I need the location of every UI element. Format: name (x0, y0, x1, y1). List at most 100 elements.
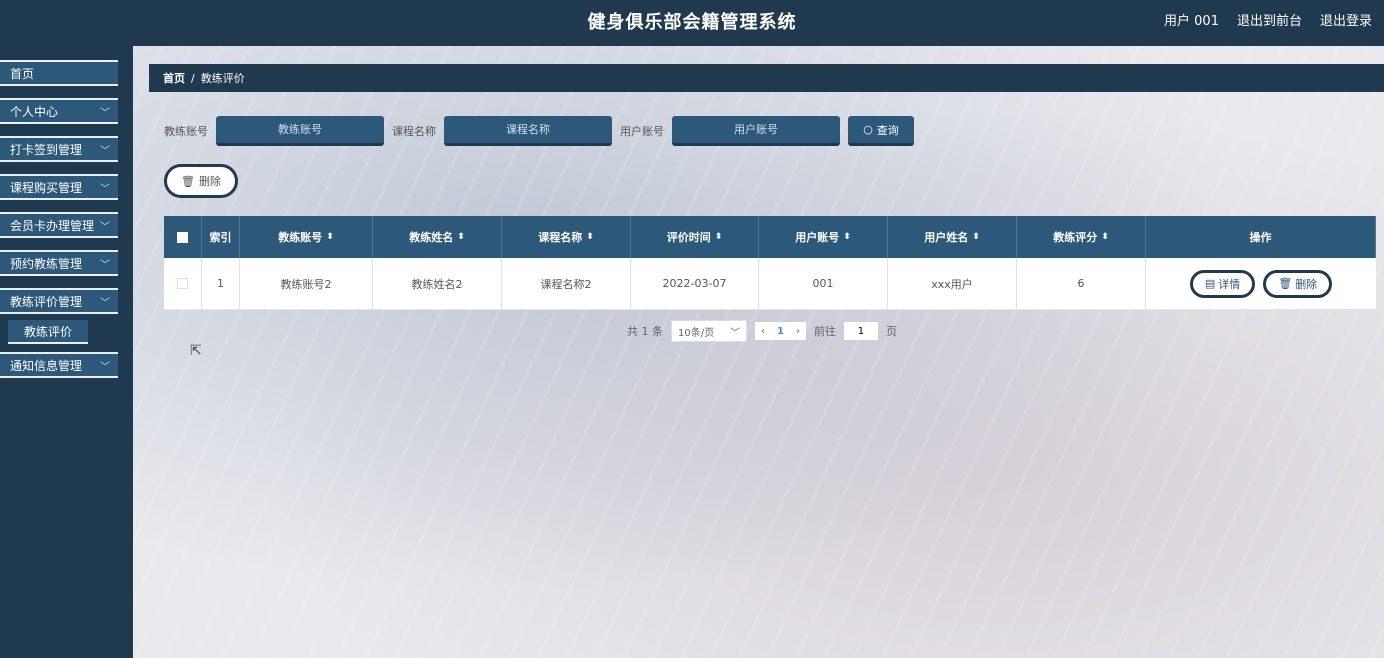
column-header-actions: 操作 (1146, 216, 1376, 258)
column-header-user-account[interactable]: 用户账号 ⬍ (759, 216, 888, 258)
select-all-checkbox[interactable] (177, 231, 188, 243)
batch-delete-label: 删除 (198, 175, 221, 188)
user-account-label: 用户账号 (620, 125, 664, 138)
row-select-cell (164, 258, 202, 309)
chevron-down-icon: ﹀ (100, 259, 110, 271)
breadcrumb-separator: / (191, 71, 195, 85)
column-header-coach-name[interactable]: 教练姓名 ⬍ (373, 216, 502, 258)
prev-page-button[interactable]: ‹ (761, 326, 765, 337)
detail-button-label: 详情 (1218, 277, 1241, 291)
trash-icon: 🗑 (181, 174, 195, 188)
search-bar: 教练账号 课程名称 用户账号 ○ 查询 (164, 116, 914, 146)
sidebar-item-label: 课程购买管理 (10, 180, 83, 195)
cell-user-name: xxx用户 (888, 258, 1017, 309)
sidebar-item-course-purchase[interactable]: 课程购买管理 ﹀ (0, 174, 118, 200)
sidebar-item-label: 首页 (10, 66, 35, 81)
cell-coach-account: 教练账号2 (240, 258, 373, 309)
review-table: 索引 教练账号 ⬍ 教练姓名 ⬍ 课程名称 ⬍ 评价时间 ⬍ 用户账号 ⬍ 用户… (164, 216, 1376, 310)
sidebar-item-label: 教练评价管理 (10, 294, 83, 309)
sort-icon: ⬍ (326, 232, 334, 242)
sidebar-item-coach-booking[interactable]: 预约教练管理 ﹀ (0, 250, 118, 276)
sidebar-item-membership-card[interactable]: 会员卡办理管理 ﹀ (0, 212, 118, 238)
column-header-course-name[interactable]: 课程名称 ⬍ (502, 216, 631, 258)
main-content: 首页 / 教练评价 教练账号 课程名称 用户账号 ○ 查询 🗑 删除 索引 教练… (133, 46, 1384, 658)
sort-icon: ⬍ (843, 232, 851, 242)
mouse-cursor-icon: ⇱ (190, 343, 202, 359)
trash-icon: 🗑 (1278, 277, 1293, 290)
column-header-label: 用户姓名 (924, 231, 969, 244)
query-button-label: 查询 (876, 123, 899, 137)
cell-review-time: 2022-03-07 (631, 258, 759, 309)
sort-icon: ⬍ (972, 232, 980, 242)
column-header-label: 评价时间 (666, 231, 711, 244)
detail-button[interactable]: ▤ 详情 (1189, 269, 1256, 298)
chevron-down-icon: ﹀ (100, 183, 110, 195)
cell-actions: ▤ 详情 🗑 删除 (1146, 258, 1376, 309)
logout-link[interactable]: 退出登录 (1320, 10, 1372, 29)
column-header-label: 教练姓名 (409, 231, 454, 244)
sidebar-item-notifications[interactable]: 通知信息管理 ﹀ (0, 352, 118, 378)
breadcrumb-home[interactable]: 首页 (163, 70, 185, 86)
table-row: 1 教练账号2 教练姓名2 课程名称2 2022-03-07 001 xxx用户… (164, 258, 1376, 310)
course-name-input[interactable] (444, 116, 612, 146)
chevron-down-icon: ﹀ (100, 221, 110, 233)
sidebar-item-coach-review[interactable]: 教练评价管理 ﹀ (0, 288, 118, 314)
column-header-label: 教练评分 (1053, 231, 1098, 244)
cell-index: 1 (202, 258, 240, 309)
row-checkbox[interactable] (177, 278, 188, 289)
sort-icon: ⬍ (457, 232, 465, 242)
sort-icon: ⬍ (586, 232, 594, 242)
header-actions: 用户 001 退出到前台 退出登录 (1164, 10, 1372, 29)
column-header-user-name[interactable]: 用户姓名 ⬍ (888, 216, 1017, 258)
current-user: 用户 001 (1164, 14, 1219, 29)
sidebar-item-checkin[interactable]: 打卡签到管理 ﹀ (0, 136, 118, 162)
cell-course-name: 课程名称2 (502, 258, 631, 309)
column-header-label: 操作 (1249, 231, 1272, 244)
chevron-down-icon: ﹀ (100, 361, 110, 373)
chevron-down-icon: ﹀ (100, 107, 110, 119)
sidebar-item-home[interactable]: 首页 (0, 60, 118, 86)
select-all-cell (164, 216, 202, 258)
sort-icon: ⬍ (1101, 232, 1109, 242)
sidebar-item-personal-center[interactable]: 个人中心 ﹀ (0, 98, 118, 124)
sidebar-item-label: 个人中心 (10, 104, 59, 119)
sidebar: 首页 个人中心 ﹀ 打卡签到管理 ﹀ 课程购买管理 ﹀ 会员卡办理管理 ﹀ 预约… (0, 46, 133, 658)
column-header-coach-account[interactable]: 教练账号 ⬍ (240, 216, 373, 258)
sidebar-item-label: 会员卡办理管理 (10, 218, 95, 233)
column-header-label: 课程名称 (538, 231, 583, 244)
search-icon: ○ (863, 123, 873, 136)
next-page-button[interactable]: › (796, 326, 800, 337)
cell-score: 6 (1017, 258, 1146, 309)
breadcrumb-current: 教练评价 (200, 72, 245, 85)
exit-to-front-link[interactable]: 退出到前台 (1237, 10, 1302, 29)
pagination: 共 1 条 10条/页 ﹀ ‹ 1 › 前往 页 (627, 320, 897, 342)
sidebar-item-label: 通知信息管理 (10, 358, 83, 373)
current-page-number[interactable]: 1 (777, 326, 784, 337)
row-delete-button[interactable]: 🗑 删除 (1263, 269, 1333, 298)
top-bar: 健身俱乐部会籍管理系统 用户 001 退出到前台 退出登录 (0, 0, 1384, 46)
column-header-label: 用户账号 (795, 231, 840, 244)
chevron-down-icon: ﹀ (100, 145, 110, 157)
query-button[interactable]: ○ 查询 (848, 116, 914, 146)
batch-delete-button[interactable]: 🗑 删除 (164, 164, 238, 198)
page-size-select[interactable]: 10条/页 ﹀ (671, 320, 747, 342)
chevron-down-icon: ﹀ (100, 297, 110, 309)
breadcrumb: 首页 / 教练评价 (149, 64, 1384, 92)
coach-account-label: 教练账号 (164, 125, 208, 138)
sidebar-subitem-coach-review[interactable]: 教练评价 (8, 320, 88, 344)
sidebar-item-label: 预约教练管理 (10, 256, 83, 271)
goto-page-input[interactable] (843, 322, 878, 340)
cell-coach-name: 教练姓名2 (373, 258, 502, 309)
table-header: 索引 教练账号 ⬍ 教练姓名 ⬍ 课程名称 ⬍ 评价时间 ⬍ 用户账号 ⬍ 用户… (164, 216, 1376, 258)
user-account-input[interactable] (672, 116, 840, 146)
page-unit-label: 页 (885, 325, 897, 338)
column-header-score[interactable]: 教练评分 ⬍ (1017, 216, 1146, 258)
column-header-review-time[interactable]: 评价时间 ⬍ (631, 216, 759, 258)
page-nav: ‹ 1 › (755, 322, 806, 340)
page-size-value: 10条/页 (678, 327, 715, 339)
coach-account-input[interactable] (216, 116, 384, 146)
course-name-label: 课程名称 (392, 125, 436, 138)
column-header-label: 索引 (209, 231, 232, 244)
column-header-label: 教练账号 (278, 231, 323, 244)
goto-label: 前往 (813, 325, 836, 338)
